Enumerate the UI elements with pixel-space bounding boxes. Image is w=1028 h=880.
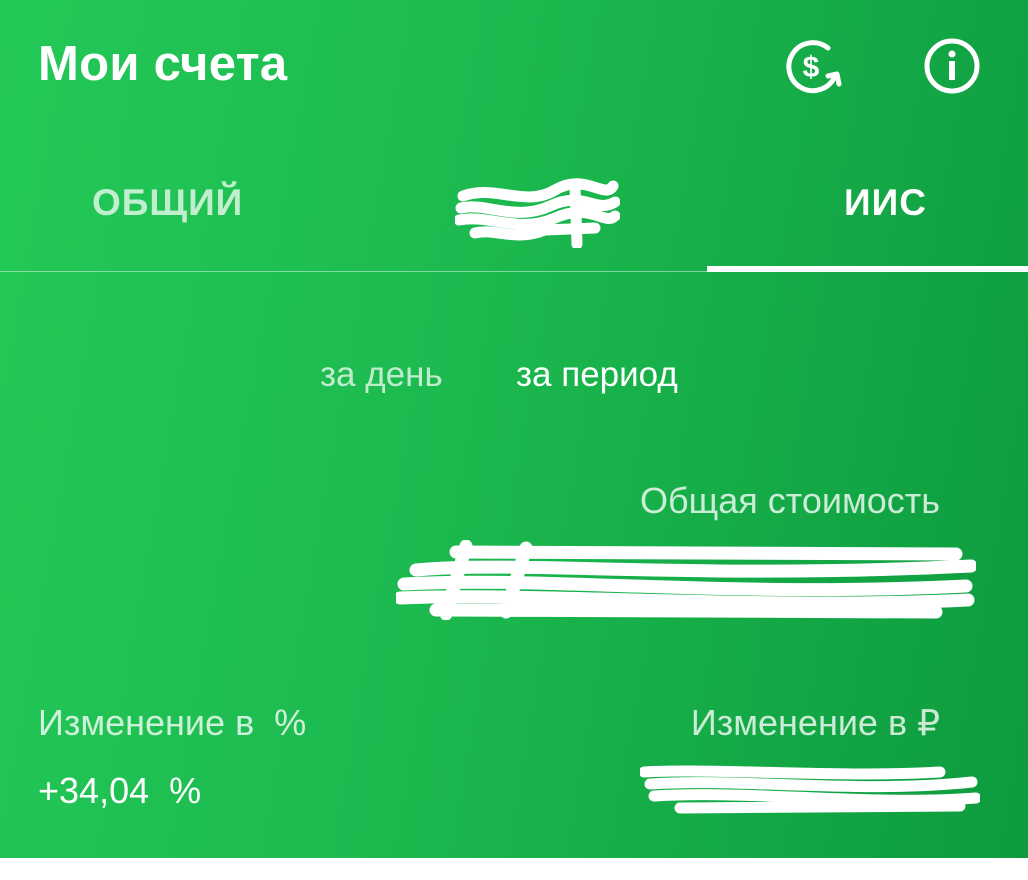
redaction-scribble bbox=[638, 765, 982, 814]
info-icon bbox=[924, 38, 980, 94]
change-percent-value: +34,04 % bbox=[38, 770, 202, 811]
change-percent-label: Изменение в % bbox=[38, 702, 307, 743]
change-rub-label: Изменение в ₽ bbox=[690, 702, 940, 743]
total-value-label: Общая стоимость bbox=[640, 480, 940, 521]
tab-general[interactable]: ОБЩИЙ bbox=[92, 182, 243, 224]
tab-redacted[interactable] bbox=[453, 178, 621, 250]
total-value-redacted bbox=[393, 539, 978, 621]
tab-iis[interactable]: ИИС bbox=[844, 182, 927, 224]
tab-selected-indicator bbox=[707, 266, 1028, 272]
bottom-edge bbox=[0, 858, 1028, 880]
info-button[interactable] bbox=[920, 34, 984, 98]
dollar-refresh-icon: $ bbox=[786, 40, 842, 94]
page-title: Мои счета bbox=[38, 37, 288, 91]
redaction-scribble bbox=[453, 178, 621, 250]
accounts-panel: Мои счета $ ОБЩИЙ ИИС за день за период … bbox=[0, 0, 1028, 858]
currency-switch-button[interactable]: $ bbox=[782, 34, 846, 98]
period-day-toggle[interactable]: за день bbox=[320, 355, 443, 395]
svg-text:$: $ bbox=[803, 51, 820, 84]
period-range-toggle[interactable]: за период bbox=[516, 355, 678, 395]
redaction-scribble bbox=[393, 539, 978, 621]
change-rub-value-redacted bbox=[638, 764, 982, 814]
